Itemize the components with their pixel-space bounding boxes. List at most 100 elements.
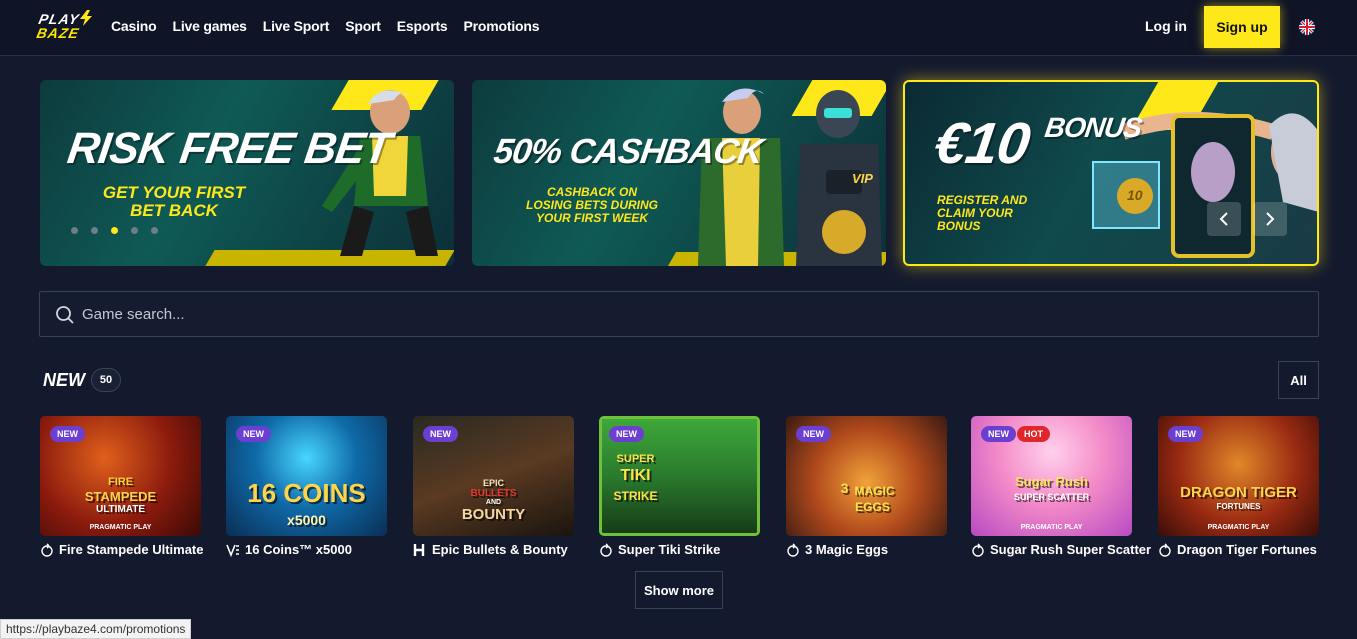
nav-live-games[interactable]: Live games (172, 18, 246, 34)
banner-title-bonus: BONUS (1042, 112, 1144, 143)
uk-flag-icon[interactable] (1299, 19, 1315, 35)
nav-casino[interactable]: Casino (111, 18, 157, 34)
game-card[interactable]: NEW HOT Sugar Rush SUPER SCATTER PRAGMAT… (971, 416, 1132, 536)
game-art-title: ULTIMATE (95, 504, 146, 515)
provider-h-icon (413, 543, 425, 556)
game-card[interactable]: NEW EPIC BULLETS AND BOUNTY (413, 416, 574, 536)
coin-value: 10 (1127, 187, 1143, 203)
game-art-title: FIRE (107, 476, 134, 488)
game-title-text: 16 Coins™ x5000 (245, 542, 352, 557)
playbaze-logo[interactable]: PLAY BAZE (33, 10, 97, 44)
new-badge: NEW (1168, 426, 1203, 442)
carousel-dot[interactable] (71, 227, 78, 234)
game-count-badge: 50 (91, 368, 121, 392)
new-badge: NEW (236, 426, 271, 442)
search-input[interactable] (82, 292, 1302, 336)
carousel-dot-active[interactable] (111, 227, 118, 234)
view-all-button[interactable]: All (1278, 361, 1319, 399)
banner-title: RISK FREE BET (64, 124, 394, 173)
provider-tag: PRAGMATIC PLAY (1207, 524, 1270, 531)
nav-promotions[interactable]: Promotions (464, 18, 540, 34)
hot-badge: HOT (1017, 426, 1050, 442)
logo-text-bottom: BAZE (35, 25, 81, 41)
nav-sport[interactable]: Sport (345, 18, 381, 34)
game-title-text: Epic Bullets & Bounty (432, 542, 568, 557)
game-art-title: BOUNTY (461, 506, 526, 523)
game-art-title: EPIC (482, 478, 504, 488)
new-badge: NEW (609, 426, 644, 442)
section-title: NEW (43, 370, 85, 390)
game-card[interactable]: NEW 3 MAGIC EGGS (786, 416, 947, 536)
search-icon (56, 306, 74, 324)
game-title-link[interactable]: Super Tiki Strike (599, 542, 720, 557)
game-art-title: BULLETS (470, 488, 517, 499)
banner-subtitle-3: BONUS (937, 219, 981, 233)
game-title-link[interactable]: Fire Stampede Ultimate (40, 542, 204, 557)
game-title-text: Sugar Rush Super Scatter (990, 542, 1152, 557)
game-art-title: DRAGON TIGER (1180, 484, 1297, 501)
show-more-button[interactable]: Show more (635, 571, 723, 609)
carousel-dot[interactable] (131, 227, 138, 234)
promo-banner-bonus[interactable]: 10 €10 BONUS REGISTER AND CLAIM YOUR BON… (903, 80, 1319, 266)
promo-banner-risk-free[interactable]: RISK FREE BET GET YOUR FIRST BET BACK (40, 80, 454, 266)
game-title-link[interactable]: Dragon Tiger Fortunes (1158, 542, 1317, 557)
game-title-text: Super Tiki Strike (618, 542, 721, 557)
new-badge: NEW (50, 426, 85, 442)
lightning-icon (80, 10, 92, 26)
game-art-title: AND (485, 499, 502, 506)
pragmatic-play-icon (787, 542, 799, 557)
chevron-left-icon (1219, 212, 1228, 226)
carousel-dots (71, 227, 158, 234)
game-title-link[interactable]: 3 Magic Eggs (786, 542, 888, 557)
chevron-right-icon (1266, 212, 1275, 226)
banner-title-amount: €10 (930, 111, 1034, 176)
game-art-title: SUPER SCATTER (1013, 492, 1090, 502)
game-card[interactable]: NEW SUPER TIKI STRIKE (599, 416, 760, 536)
game-title-text: Fire Stampede Ultimate (59, 542, 204, 557)
game-art-title: FORTUNES (1216, 502, 1261, 511)
game-art-title: MAGIC (854, 484, 895, 498)
carousel-dot[interactable] (151, 227, 158, 234)
game-title-link[interactable]: Epic Bullets & Bounty (413, 542, 568, 557)
game-card[interactable]: NEW 16 COINS x5000 (226, 416, 387, 536)
game-card[interactable]: NEW DRAGON TIGER FORTUNES PRAGMATIC PLAY (1158, 416, 1319, 536)
game-title-text: 3 Magic Eggs (805, 542, 889, 557)
login-link[interactable]: Log in (1145, 18, 1187, 34)
new-badge: NEW (981, 426, 1016, 442)
game-art-title: EGGS (855, 500, 890, 514)
game-art-title: SUPER (616, 453, 655, 465)
nav-esports[interactable]: Esports (397, 18, 448, 34)
carousel-prev-button[interactable] (1207, 202, 1241, 236)
main-nav: Casino Live games Live Sport Sport Espor… (111, 18, 555, 34)
player-figure-illustration (322, 90, 438, 256)
game-title-link[interactable]: 16 Coins™ x5000 (226, 542, 352, 557)
pragmatic-play-icon (1159, 542, 1171, 557)
game-title-text: Dragon Tiger Fortunes (1177, 542, 1317, 557)
carousel-dot[interactable] (91, 227, 98, 234)
game-art-title: TIKI (620, 467, 651, 484)
game-art-title: STAMPEDE (84, 489, 157, 504)
promo-banner-cashback[interactable]: VIP 50% CASHBACK CASHBACK ON LOSING BETS… (472, 80, 886, 266)
banner-title: 50% CASHBACK (491, 132, 765, 171)
new-badge: NEW (423, 426, 458, 442)
signup-button[interactable]: Sign up (1204, 6, 1280, 48)
vip-badge: VIP (852, 171, 873, 186)
banner-subtitle-1: GET YOUR FIRST (102, 183, 246, 202)
pragmatic-play-icon (972, 542, 984, 557)
nav-live-sport[interactable]: Live Sport (263, 18, 330, 34)
provider-tag: PRAGMATIC PLAY (1020, 524, 1083, 531)
game-card[interactable]: NEW FIRE STAMPEDE ULTIMATE PRAGMATIC PLA… (40, 416, 201, 536)
pragmatic-play-icon (41, 542, 53, 557)
game-art-title: x5000 (287, 512, 326, 528)
provider-tag: PRAGMATIC PLAY (89, 524, 152, 531)
game-search (39, 291, 1319, 337)
game-art-title: Sugar Rush (1015, 474, 1088, 489)
carousel-next-button[interactable] (1253, 202, 1287, 236)
pragmatic-play-icon (600, 542, 612, 557)
game-art-title: STRIKE (613, 489, 658, 503)
game-art-title: 16 COINS (247, 478, 366, 508)
provider-v-icon (226, 544, 239, 557)
browser-status-url: https://playbaze4.com/promotions (0, 619, 192, 639)
player-figure-illustration (698, 88, 784, 266)
game-title-link[interactable]: Sugar Rush Super Scatter (971, 542, 1151, 557)
